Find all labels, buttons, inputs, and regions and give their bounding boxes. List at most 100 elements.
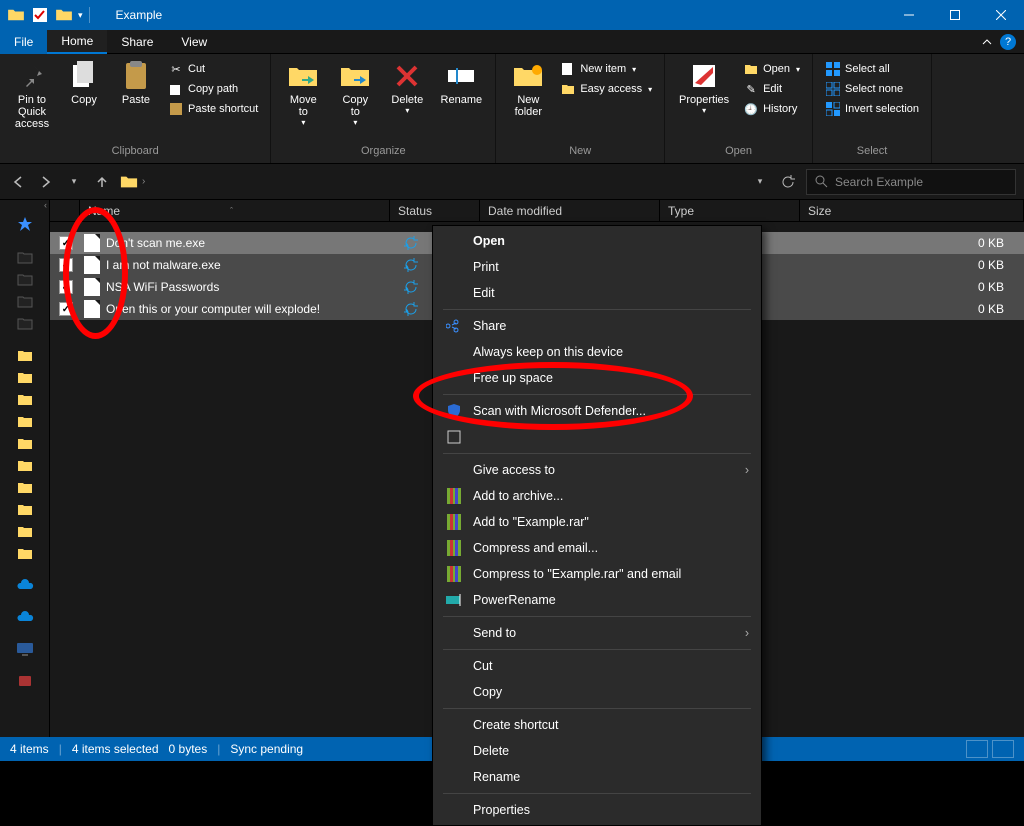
- ribbon-tabs: File Home Share View ?: [0, 30, 1024, 54]
- select-all-button[interactable]: Select all: [821, 60, 923, 78]
- ctx-send-to[interactable]: Send to›: [433, 620, 761, 646]
- file-icon: [84, 256, 100, 274]
- qat-overflow-icon[interactable]: ▾: [78, 10, 83, 21]
- ctx-share[interactable]: Share: [433, 313, 761, 339]
- sidebar-item[interactable]: [0, 246, 50, 268]
- sidebar-item[interactable]: [0, 498, 50, 520]
- col-checkbox[interactable]: [50, 200, 80, 221]
- col-type[interactable]: Type: [660, 200, 800, 221]
- cut-button[interactable]: ✂Cut: [164, 60, 262, 78]
- sidebar-item[interactable]: [0, 290, 50, 312]
- sidebar-onedrive[interactable]: [0, 574, 50, 596]
- sidebar-item[interactable]: [0, 542, 50, 564]
- ctx-open[interactable]: Open: [433, 228, 761, 254]
- ctx-create-shortcut[interactable]: Create shortcut: [433, 712, 761, 738]
- easy-access-button[interactable]: Easy access▾: [556, 80, 656, 98]
- sidebar-item[interactable]: [0, 454, 50, 476]
- ctx-compress-email[interactable]: Compress and email...: [433, 535, 761, 561]
- ctx-hidden[interactable]: [433, 424, 761, 450]
- ctx-delete[interactable]: Delete: [433, 738, 761, 764]
- properties-button[interactable]: Properties▾: [673, 58, 735, 117]
- copy-button[interactable]: Copy: [60, 58, 108, 108]
- select-none-button[interactable]: Select none: [821, 80, 923, 98]
- edit-button[interactable]: ✎Edit: [739, 80, 804, 98]
- ctx-copy[interactable]: Copy: [433, 679, 761, 705]
- row-checkbox[interactable]: [59, 236, 73, 250]
- copy-to-button[interactable]: Copy to▾: [331, 58, 379, 129]
- pin-button[interactable]: Pin to Quick access: [8, 58, 56, 132]
- ctx-free-up-space[interactable]: Free up space: [433, 365, 761, 391]
- col-status[interactable]: Status: [390, 200, 480, 221]
- history-button[interactable]: 🕘History: [739, 100, 804, 118]
- sidebar-item[interactable]: [0, 366, 50, 388]
- qat-checkbox-icon[interactable]: [30, 5, 50, 25]
- paste-button[interactable]: Paste: [112, 58, 160, 108]
- tab-file[interactable]: File: [0, 30, 47, 54]
- help-icon[interactable]: ?: [1000, 34, 1016, 50]
- tab-share[interactable]: Share: [107, 30, 167, 54]
- rename-button[interactable]: Rename: [435, 58, 487, 108]
- nav-collapse-icon[interactable]: ‹: [44, 200, 47, 214]
- open-button[interactable]: Open▾: [739, 60, 804, 78]
- address-dropdown[interactable]: ▾: [750, 172, 770, 192]
- row-checkbox[interactable]: [59, 302, 73, 316]
- sidebar-onedrive[interactable]: [0, 606, 50, 628]
- ctx-add-to-example-rar[interactable]: Add to "Example.rar": [433, 509, 761, 535]
- tab-view[interactable]: View: [167, 30, 221, 54]
- close-button[interactable]: [978, 0, 1024, 30]
- ctx-compress-example-email[interactable]: Compress to "Example.rar" and email: [433, 561, 761, 587]
- tab-home[interactable]: Home: [47, 30, 107, 54]
- breadcrumb-chevron-icon[interactable]: ›: [142, 176, 145, 187]
- history-dropdown[interactable]: ▾: [64, 172, 84, 192]
- new-folder-button[interactable]: New folder: [504, 58, 552, 120]
- address-bar[interactable]: ›: [120, 173, 742, 191]
- row-checkbox[interactable]: [59, 280, 73, 294]
- search-box[interactable]: Search Example: [806, 169, 1016, 195]
- up-button[interactable]: [92, 172, 112, 192]
- col-size[interactable]: Size: [800, 200, 1024, 221]
- sidebar-item[interactable]: [0, 670, 50, 692]
- copy-path-button[interactable]: Copy path: [164, 80, 262, 98]
- col-name[interactable]: Nameˆ: [80, 200, 390, 221]
- sidebar-item[interactable]: [0, 344, 50, 366]
- refresh-button[interactable]: [778, 172, 798, 192]
- sidebar-quick-access[interactable]: [0, 214, 50, 236]
- qat-folder-icon[interactable]: [54, 5, 74, 25]
- group-new-label: New: [569, 145, 591, 159]
- sidebar-item[interactable]: [0, 312, 50, 334]
- forward-button[interactable]: [36, 172, 56, 192]
- maximize-button[interactable]: [932, 0, 978, 30]
- ctx-add-to-archive[interactable]: Add to archive...: [433, 483, 761, 509]
- move-to-button[interactable]: Move to▾: [279, 58, 327, 129]
- minimize-button[interactable]: [886, 0, 932, 30]
- delete-button[interactable]: Delete▾: [383, 58, 431, 117]
- search-placeholder: Search Example: [835, 175, 923, 189]
- sidebar-item[interactable]: [0, 476, 50, 498]
- sidebar-item[interactable]: [0, 432, 50, 454]
- paste-shortcut-button[interactable]: Paste shortcut: [164, 100, 262, 118]
- ctx-keep-on-device[interactable]: Always keep on this device: [433, 339, 761, 365]
- ctx-give-access-to[interactable]: Give access to›: [433, 457, 761, 483]
- view-details-button[interactable]: [966, 740, 988, 758]
- view-thumbnails-button[interactable]: [992, 740, 1014, 758]
- pin-label: Pin to Quick access: [14, 94, 50, 130]
- ctx-print[interactable]: Print: [433, 254, 761, 280]
- new-item-button[interactable]: New item▾: [556, 60, 656, 78]
- collapse-ribbon-icon[interactable]: [982, 37, 992, 47]
- row-checkbox[interactable]: [59, 258, 73, 272]
- sidebar-item[interactable]: [0, 388, 50, 410]
- ctx-edit[interactable]: Edit: [433, 280, 761, 306]
- col-date[interactable]: Date modified: [480, 200, 660, 221]
- ctx-cut[interactable]: Cut: [433, 653, 761, 679]
- sidebar-this-pc[interactable]: [0, 638, 50, 660]
- file-name: NSA WiFi Passwords: [106, 280, 396, 294]
- ctx-power-rename[interactable]: PowerRename: [433, 587, 761, 613]
- sidebar-item[interactable]: [0, 410, 50, 432]
- ctx-properties[interactable]: Properties: [433, 797, 761, 823]
- sidebar-item[interactable]: [0, 268, 50, 290]
- invert-selection-button[interactable]: Invert selection: [821, 100, 923, 118]
- sidebar-item[interactable]: [0, 520, 50, 542]
- ctx-rename[interactable]: Rename: [433, 764, 761, 790]
- back-button[interactable]: [8, 172, 28, 192]
- ctx-scan-defender[interactable]: Scan with Microsoft Defender...: [433, 398, 761, 424]
